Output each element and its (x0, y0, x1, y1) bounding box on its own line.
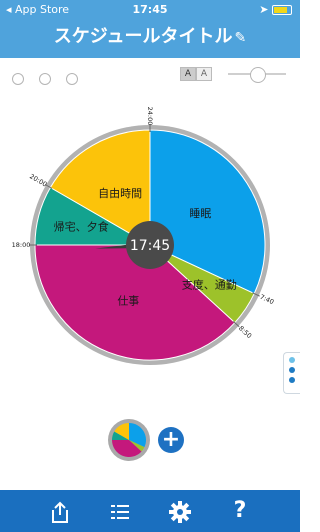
settings-button[interactable] (160, 490, 200, 532)
status-icons: ➤ (259, 0, 292, 20)
clock-center-time: 17:45 (130, 238, 170, 254)
schedule-thumbnail[interactable] (107, 418, 151, 462)
record-mode-icon[interactable] (39, 72, 52, 85)
slice-label-0: 睡眠 (189, 207, 211, 220)
slice-label-4: 自由時間 (98, 186, 142, 200)
status-time: 17:45 (132, 3, 168, 16)
add-schedule-button[interactable]: + (158, 427, 184, 453)
slice-label-1: 支度、通勤 (182, 278, 237, 292)
page-dot-2 (289, 377, 295, 383)
schedule-pie-chart[interactable]: 睡眠支度、通勤仕事 帰宅、夕食 自由時間 24:00 7:40 8:50 18:00 20:… (0, 90, 300, 390)
status-bar: ◂ App Store 17:45 ➤ (0, 0, 300, 20)
slice-label-3: 帰宅、夕食 (54, 220, 109, 234)
page-dot-1 (289, 367, 295, 373)
share-button[interactable] (40, 490, 80, 532)
location-icon: ➤ (259, 3, 269, 16)
slice-label-2: 仕事 (117, 295, 139, 308)
font-large-button[interactable]: A (196, 67, 212, 81)
tick-label-4: 20:00 (28, 172, 48, 188)
battery-icon (272, 5, 292, 15)
share-icon (52, 501, 68, 523)
tick-label-2: 8:50 (237, 324, 253, 340)
schedule-title-text: スケジュールタイトル (53, 26, 233, 47)
tick-label-1: 7:40 (259, 293, 276, 306)
rotate-mode-icon[interactable] (12, 72, 24, 85)
list-icon (111, 504, 129, 519)
size-slider-knob[interactable] (250, 67, 266, 83)
clock-mode-icon[interactable] (66, 72, 79, 85)
size-slider[interactable] (228, 67, 286, 83)
bottom-toolbar: ? (0, 490, 300, 532)
help-button[interactable]: ? (220, 490, 260, 532)
page-dot-0 (289, 357, 295, 363)
edit-pencil-icon[interactable]: ✎ (235, 30, 247, 46)
font-size-toggle: AA (180, 67, 212, 81)
font-small-button[interactable]: A (180, 67, 196, 81)
mode-icons (12, 68, 88, 87)
tick-label-0: 24:00 (146, 107, 154, 126)
tick-label-3: 18:00 (12, 241, 31, 249)
app-header: ◂ App Store 17:45 ➤ スケジュールタイトル ✎ (0, 0, 300, 58)
schedule-title[interactable]: スケジュールタイトル ✎ (0, 22, 300, 48)
list-button[interactable] (100, 490, 140, 532)
gear-icon (169, 500, 191, 523)
page-indicator[interactable] (283, 352, 300, 394)
